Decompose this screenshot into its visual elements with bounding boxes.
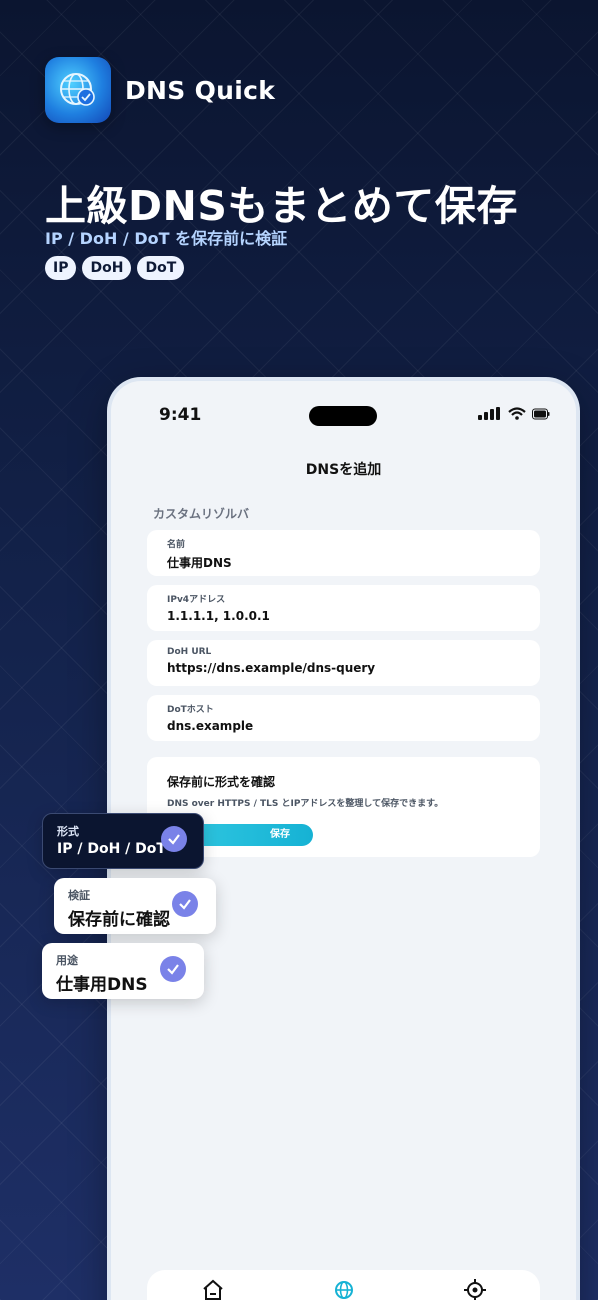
- status-bar: 9:41: [111, 401, 576, 431]
- field-value: dns.example: [167, 719, 254, 733]
- status-icons: [478, 407, 550, 420]
- chip-ip: IP: [45, 256, 77, 280]
- callout-validation: 検証 保存前に確認: [54, 878, 216, 934]
- status-time: 9:41: [159, 405, 202, 425]
- validation-card: 保存前に形式を確認 DNS over HTTPS / TLS とIPアドレスを整…: [147, 757, 540, 857]
- chip-doh: DoH: [82, 256, 132, 280]
- protocol-chips: IP DoH DoT: [45, 256, 185, 280]
- validation-description: DNS over HTTPS / TLS とIPアドレスを整理して保存できます。: [167, 799, 444, 809]
- battery-icon: [532, 408, 550, 420]
- check-icon: [160, 956, 186, 982]
- callout-format: 形式 IP / DoH / DoT: [42, 813, 204, 869]
- globe-shield-icon: [45, 57, 111, 123]
- app-name: DNS Quick: [125, 75, 276, 105]
- check-icon: [172, 891, 198, 917]
- app-header: DNS Quick: [45, 57, 275, 123]
- field-label: IPv4アドレス: [167, 595, 226, 605]
- validation-title: 保存前に形式を確認: [167, 775, 276, 789]
- wifi-icon: [508, 407, 526, 420]
- dynamic-island: [309, 406, 377, 426]
- name-field[interactable]: 名前 仕事用DNS: [147, 530, 540, 576]
- callout-usage: 用途 仕事用DNS: [42, 943, 204, 999]
- field-label: DoTホスト: [167, 705, 214, 715]
- signal-icon: [478, 407, 500, 420]
- ipv4-field[interactable]: IPv4アドレス 1.1.1.1, 1.0.0.1: [147, 585, 540, 631]
- subheadline: IP / DoH / DoT を保存前に検証: [45, 229, 288, 248]
- field-label: 名前: [167, 540, 186, 550]
- field-value: 仕事用DNS: [167, 556, 232, 570]
- screen-title: DNSを追加: [305, 462, 382, 478]
- check-icon: [161, 826, 187, 852]
- doh-url-field[interactable]: DoH URL https://dns.example/dns-query: [147, 640, 540, 686]
- globe-icon[interactable]: [332, 1278, 356, 1300]
- home-icon[interactable]: [201, 1278, 225, 1300]
- crosshair-icon[interactable]: [463, 1278, 487, 1300]
- field-value: 1.1.1.1, 1.0.0.1: [167, 609, 270, 623]
- chip-dot: DoT: [137, 256, 185, 280]
- tab-bar: [147, 1270, 540, 1300]
- headline: 上級DNSもまとめて保存: [45, 182, 518, 230]
- field-value: https://dns.example/dns-query: [167, 661, 376, 675]
- section-label: カスタムリゾルバ: [153, 507, 250, 521]
- dot-host-field[interactable]: DoTホスト dns.example: [147, 695, 540, 741]
- field-label: DoH URL: [167, 647, 212, 657]
